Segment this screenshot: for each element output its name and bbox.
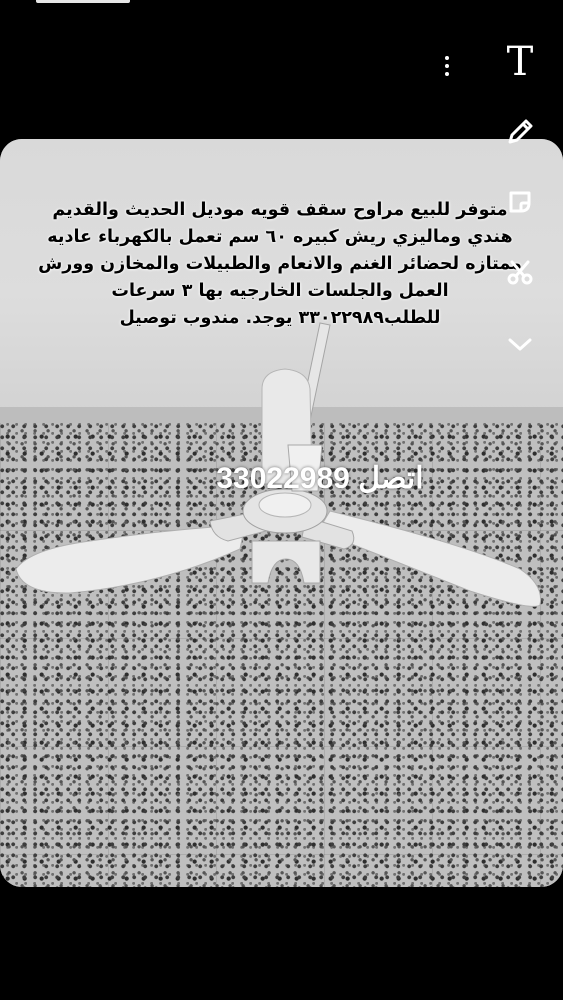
text-tool-button[interactable]: T: [495, 40, 545, 84]
more-options-icon: [445, 56, 449, 76]
story-photo: متوفر للبيع مراوح سقف قويه موديل الحديث …: [0, 139, 563, 887]
scissors-tool-button[interactable]: [495, 250, 545, 294]
chevron-down-icon: [508, 338, 532, 351]
sticker-icon: [509, 191, 531, 213]
post-caption: متوفر للبيع مراوح سقف قويه موديل الحديث …: [6, 197, 554, 332]
fan-stand: [251, 540, 321, 584]
scissors-icon: [507, 260, 533, 285]
draw-tool-button[interactable]: [495, 110, 545, 154]
caption-line-4: العمل والجلسات الخارجيه بها ٣ سرعات: [111, 281, 449, 301]
sticker-tool-button[interactable]: [495, 180, 545, 224]
pencil-icon: [508, 119, 533, 144]
text-icon: T: [506, 39, 534, 85]
caption-line-2: هندي وماليزي ريش كبيره ٦٠ سم تعمل بالكهر…: [47, 227, 513, 247]
caption-line-3: ممتازه لحضائر الغنم والانعام والطبيلات و…: [38, 254, 522, 274]
status-bar: [0, 0, 563, 20]
caption-line-5: للطلب٣٣٠٢٢٩٨٩ يوجد. مندوب توصيل: [119, 308, 441, 328]
status-bar-fragment: [36, 0, 130, 3]
more-options-button[interactable]: [437, 44, 457, 88]
expand-tools-button[interactable]: [495, 322, 545, 366]
contact-text: اتصل 33022989: [216, 462, 424, 495]
fan-blade-left: [15, 524, 246, 594]
fan-blade-right: [317, 510, 542, 607]
caption-line-1: متوفر للبيع مراوح سقف قويه موديل الحديث …: [52, 200, 508, 220]
